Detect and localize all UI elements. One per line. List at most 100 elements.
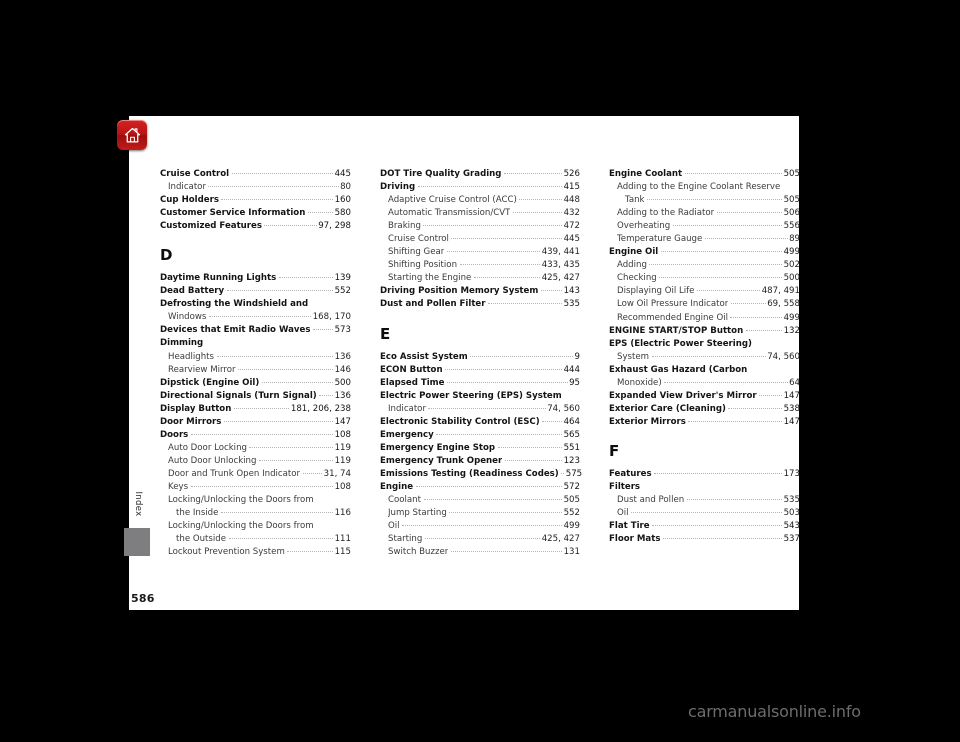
index-entry-page: 500 xyxy=(783,273,800,284)
index-entry-page: 131 xyxy=(563,547,580,558)
index-entry[interactable]: Adding to the Radiator 506 xyxy=(609,207,800,220)
index-entry[interactable]: Temperature Gauge 89 xyxy=(609,233,800,246)
dot-leader xyxy=(223,420,334,422)
index-entry[interactable]: Starting the Engine 425, 427 xyxy=(380,272,580,285)
dot-leader xyxy=(696,289,761,292)
index-entry[interactable]: Overheating 556 xyxy=(609,220,800,233)
index-entry[interactable]: Windows 168, 170 xyxy=(160,311,351,324)
index-entry[interactable]: Devices that Emit Radio Waves 573 xyxy=(160,324,351,337)
index-entry[interactable]: Dipstick (Engine Oil) 500 xyxy=(160,377,351,390)
index-entry-label: the Outside xyxy=(176,534,227,545)
index-entry[interactable]: Oil 503 xyxy=(609,507,800,520)
index-entry[interactable]: Engine Coolant 505 xyxy=(609,168,800,181)
index-entry[interactable]: Starting 425, 427 xyxy=(380,533,580,546)
index-entry[interactable]: Displaying Oil Life 487, 491 xyxy=(609,285,800,298)
index-entry[interactable]: Customer Service Information 580 xyxy=(160,207,351,220)
index-entry[interactable]: Exterior Mirrors 147 xyxy=(609,416,800,429)
index-entry-page: 445 xyxy=(334,169,351,179)
index-entry[interactable]: Cruise Control 445 xyxy=(160,168,351,181)
index-entry[interactable]: Dust and Pollen 535 xyxy=(609,494,800,507)
index-entry[interactable]: Dust and Pollen Filter 535 xyxy=(380,298,580,311)
index-entry[interactable]: Emissions Testing (Readiness Codes) 575 xyxy=(380,468,582,481)
index-entry[interactable]: Engine Oil 499 xyxy=(609,246,800,259)
index-entry-label: Emergency Engine Stop xyxy=(380,442,496,453)
index-entry[interactable]: Recommended Engine Oil 499 xyxy=(609,312,800,325)
index-entry[interactable]: the Inside 116 xyxy=(160,507,351,520)
index-column-2: DOT Tire Quality Grading 526 Driving 415 Ada… xyxy=(380,168,582,559)
index-entry[interactable]: Coolant 505 xyxy=(380,494,580,507)
index-entry[interactable]: ECON Button 444 xyxy=(380,364,580,377)
index-entry[interactable]: Shifting Gear 439, 441 xyxy=(380,246,580,259)
index-entry[interactable]: Auto Door Unlocking 119 xyxy=(160,455,351,468)
index-entry[interactable]: Automatic Transmission/CVT 432 xyxy=(380,207,580,220)
index-entry-page: 119 xyxy=(334,442,351,453)
index-entry[interactable]: Dead Battery 552 xyxy=(160,285,351,298)
index-entry[interactable]: Expanded View Driver's Mirror 147 xyxy=(609,390,800,403)
index-entry[interactable]: Adding to the Engine Coolant Reserve xyxy=(609,181,800,194)
index-entry[interactable]: Lockout Prevention System 115 xyxy=(160,546,351,559)
index-entry[interactable]: Flat Tire 543 xyxy=(609,520,800,533)
index-entry[interactable]: Emergency 565 xyxy=(380,429,580,442)
index-entry[interactable]: Emergency Trunk Opener 123 xyxy=(380,455,580,468)
index-entry[interactable]: Keys 108 xyxy=(160,481,351,494)
index-entry[interactable]: Cup Holders 160 xyxy=(160,194,351,207)
index-entry[interactable]: Exterior Care (Cleaning) 538 xyxy=(609,403,800,416)
index-entry[interactable]: Dimming xyxy=(160,337,351,350)
index-entry[interactable]: Headlights 136 xyxy=(160,351,351,364)
index-entry[interactable]: Emergency Engine Stop 551 xyxy=(380,442,580,455)
index-entry[interactable]: Indicator 80 xyxy=(160,181,351,194)
index-entry[interactable]: Low Oil Pressure Indicator 69, 558 xyxy=(609,298,800,311)
index-entry[interactable]: Electric Power Steering (EPS) System xyxy=(380,390,580,403)
index-entry[interactable]: EPS (Electric Power Steering) xyxy=(609,338,800,351)
index-entry[interactable]: Eco Assist System 9 xyxy=(380,351,580,364)
index-entry[interactable]: Floor Mats 537 xyxy=(609,533,800,546)
letter-heading-F: F xyxy=(609,441,620,460)
index-entry[interactable]: Door and Trunk Open Indicator 31, 74 xyxy=(160,468,351,481)
index-entry[interactable]: System 74, 560 xyxy=(609,351,800,364)
index-entry[interactable]: the Outside 111 xyxy=(160,533,351,546)
index-entry[interactable]: ENGINE START/STOP Button 132 xyxy=(609,325,800,338)
index-entry-label: Adaptive Cruise Control (ACC) xyxy=(388,195,517,206)
index-entry-page: 168, 170 xyxy=(312,312,351,323)
index-entry[interactable]: Features 173 xyxy=(609,468,800,481)
dot-leader xyxy=(473,276,541,279)
index-entry[interactable]: Customized Features 97, 298 xyxy=(160,220,351,233)
index-entry[interactable]: Oil 499 xyxy=(380,520,580,533)
index-entry[interactable]: Tank 505 xyxy=(609,194,800,207)
index-entry[interactable]: Engine 572 xyxy=(380,481,580,494)
index-entry[interactable]: Daytime Running Lights 139 xyxy=(160,272,351,285)
index-entry[interactable]: Checking 500 xyxy=(609,272,800,285)
index-entry[interactable]: Directional Signals (Turn Signal) 136 xyxy=(160,390,351,403)
index-entry[interactable]: Switch Buzzer 131 xyxy=(380,546,580,559)
index-entry[interactable]: Locking/Unlocking the Doors from xyxy=(160,494,351,507)
index-entry-page: 444 xyxy=(563,364,580,375)
index-entry[interactable]: Door Mirrors 147 xyxy=(160,416,351,429)
index-entry[interactable]: Elapsed Time 95 xyxy=(380,377,580,390)
index-entry[interactable]: Filters xyxy=(609,481,800,494)
index-entry[interactable]: Doors 108 xyxy=(160,429,351,442)
index-entry[interactable]: Electronic Stability Control (ESC) 464 xyxy=(380,416,580,429)
index-entry[interactable]: Shifting Position 433, 435 xyxy=(380,259,580,272)
index-entry[interactable]: Rearview Mirror 146 xyxy=(160,364,351,377)
index-entry[interactable]: Auto Door Locking 119 xyxy=(160,442,351,455)
index-entry[interactable]: DOT Tire Quality Grading 526 xyxy=(380,168,580,181)
index-entry-page: 448 xyxy=(563,195,580,206)
index-column-1: Cruise Control 445 Indicator 80 Cup Holders 1… xyxy=(160,168,351,559)
index-entry[interactable]: Driving 415 xyxy=(380,181,580,194)
index-entry[interactable]: Display Button 181, 206, 238 xyxy=(160,403,351,416)
index-entry[interactable]: Driving Position Memory System 143 xyxy=(380,285,580,298)
index-entry[interactable]: Adding 502 xyxy=(609,259,800,272)
index-entry[interactable]: Jump Starting 552 xyxy=(380,507,580,520)
index-entry[interactable]: Braking 472 xyxy=(380,220,580,233)
index-entry[interactable]: Exhaust Gas Hazard (Carbon xyxy=(609,364,800,377)
index-entry[interactable]: Locking/Unlocking the Doors from xyxy=(160,520,351,533)
index-entry-label: Starting xyxy=(388,534,423,545)
index-entry[interactable]: Defrosting the Windshield and xyxy=(160,298,351,311)
index-entry[interactable]: Indicator 74, 560 xyxy=(380,403,580,416)
index-entry-page: 80 xyxy=(340,182,351,193)
index-entry[interactable]: Monoxide) 64 xyxy=(609,377,800,390)
letter-heading-D: D xyxy=(160,246,173,265)
index-entry[interactable]: Cruise Control 445 xyxy=(380,233,580,246)
home-icon[interactable] xyxy=(117,120,147,150)
index-entry[interactable]: Adaptive Cruise Control (ACC) 448 xyxy=(380,194,580,207)
